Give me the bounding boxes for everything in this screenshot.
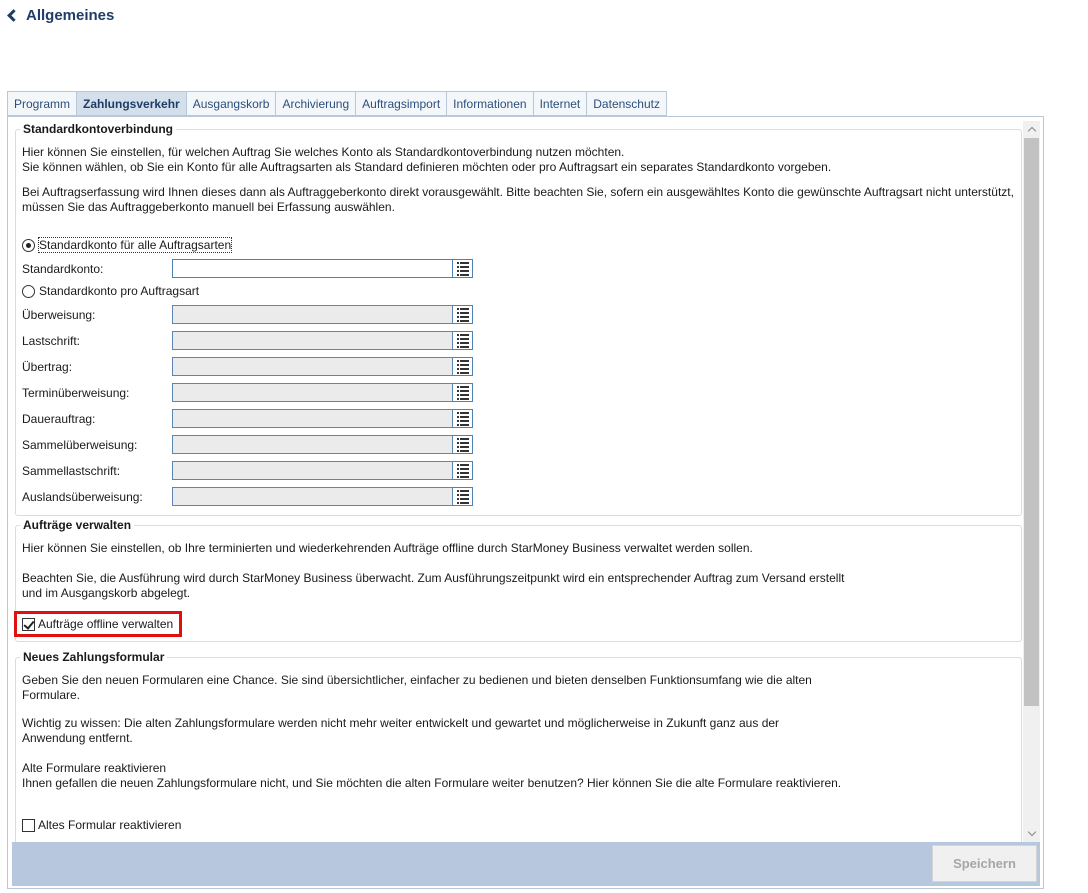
orders-text-2: Beachten Sie, die Ausführung wird durch …	[22, 571, 845, 585]
label-dauerauftrag: Dauerauftrag:	[22, 412, 96, 426]
field-sammelueberweisung	[172, 435, 473, 454]
settings-panel: Standardkontoverbindung Hier können Sie …	[7, 116, 1044, 889]
label-standardkonto: Standardkonto:	[22, 262, 104, 276]
standard-text-2: Sie können wählen, ob Sie ein Konto für …	[22, 160, 832, 174]
field-sammellastschrift	[172, 461, 473, 480]
lastschrift-input[interactable]	[172, 331, 453, 350]
list-icon	[457, 386, 469, 400]
list-select-button[interactable]	[453, 305, 473, 324]
label-auslandsueberweisung: Auslandsüberweisung:	[22, 490, 143, 504]
list-icon	[457, 464, 469, 478]
vertical-scrollbar[interactable]	[1023, 121, 1040, 842]
section-zahlungsformular: Neues Zahlungsformular Geben Sie den neu…	[15, 650, 1022, 842]
form-text-5: Alte Formulare reaktivieren	[22, 761, 167, 775]
field-auslandsueberweisung	[172, 487, 473, 506]
radio-standard-all[interactable]: Standardkonto für alle Auftragsarten	[22, 237, 233, 253]
list-icon	[457, 490, 469, 504]
form-text-4: Anwendung entfernt.	[22, 731, 133, 745]
form-text-6: Ihnen gefallen die neuen Zahlungsformula…	[22, 776, 842, 790]
list-select-button[interactable]	[453, 487, 473, 506]
field-standardkonto	[172, 259, 473, 278]
list-icon	[457, 308, 469, 322]
terminueberweisung-input[interactable]	[172, 383, 453, 402]
section-title-standardkonto: Standardkontoverbindung	[20, 122, 176, 136]
back-link[interactable]: Allgemeines	[6, 5, 114, 25]
radio-label: Standardkonto pro Auftragsart	[39, 284, 200, 298]
list-icon	[457, 412, 469, 426]
scroll-down-arrow[interactable]	[1023, 825, 1040, 842]
auslandsueberweisung-input[interactable]	[172, 487, 453, 506]
list-select-button[interactable]	[453, 357, 473, 376]
orders-text-3: und im Ausgangskorb abgelegt.	[22, 586, 191, 600]
label-sammelueberweisung: Sammelüberweisung:	[22, 438, 138, 452]
list-select-button[interactable]	[453, 259, 473, 278]
checkbox-label: Altes Formular reaktivieren	[38, 818, 182, 832]
scroll-thumb[interactable]	[1024, 138, 1039, 706]
scroll-content: Standardkontoverbindung Hier können Sie …	[8, 117, 1023, 842]
tab-archivierung[interactable]: Archivierung	[275, 91, 356, 116]
tab-ausgangskorb[interactable]: Ausgangskorb	[185, 91, 276, 116]
standardkonto-input[interactable]	[172, 259, 453, 278]
form-text-2: Formulare.	[22, 688, 81, 702]
field-terminueberweisung	[172, 383, 473, 402]
scroll-up-arrow[interactable]	[1023, 121, 1040, 138]
tab-programm[interactable]: Programm	[7, 91, 77, 116]
sammelueberweisung-input[interactable]	[172, 435, 453, 454]
footer-bar: Speichern	[12, 842, 1040, 886]
tab-informationen[interactable]: Informationen	[446, 91, 533, 116]
list-icon	[457, 334, 469, 348]
label-ueberweisung: Überweisung:	[22, 308, 96, 322]
radio-standard-per-type[interactable]: Standardkonto pro Auftragsart	[22, 284, 199, 298]
save-button[interactable]: Speichern	[932, 845, 1037, 882]
list-select-button[interactable]	[453, 383, 473, 402]
label-lastschrift: Lastschrift:	[22, 334, 81, 348]
standard-text-4: müssen Sie das Auftraggeberkonto manuell…	[22, 200, 395, 214]
list-icon	[457, 438, 469, 452]
uebertrag-input[interactable]	[172, 357, 453, 376]
standard-text-3: Bei Auftragserfassung wird Ihnen dieses …	[22, 185, 1014, 199]
tab-auftragsimport[interactable]: Auftragsimport	[355, 91, 447, 116]
label-uebertrag: Übertrag:	[22, 360, 73, 374]
label-terminueberweisung: Terminüberweisung:	[22, 386, 130, 400]
radio-button[interactable]	[22, 284, 35, 298]
tab-bar: Programm Zahlungsverkehr Ausgangskorb Ar…	[7, 91, 667, 116]
chevron-left-icon	[7, 8, 20, 22]
section-standardkonto: Standardkontoverbindung Hier können Sie …	[15, 122, 1022, 516]
list-select-button[interactable]	[453, 461, 473, 480]
page-title: Allgemeines	[26, 6, 115, 24]
list-icon	[457, 262, 469, 276]
tab-internet[interactable]: Internet	[532, 91, 587, 116]
field-ueberweisung	[172, 305, 473, 324]
section-title-auftraege: Aufträge verwalten	[20, 518, 135, 532]
standard-text-1: Hier können Sie einstellen, für welchen …	[22, 145, 625, 159]
radio-button[interactable]	[22, 238, 35, 252]
list-select-button[interactable]	[453, 409, 473, 428]
field-lastschrift	[172, 331, 473, 350]
orders-text-1: Hier können Sie einstellen, ob Ihre term…	[22, 541, 753, 555]
list-select-button[interactable]	[453, 331, 473, 350]
sammellastschrift-input[interactable]	[172, 461, 453, 480]
radio-label: Standardkonto für alle Auftragsarten	[37, 237, 233, 253]
tab-datenschutz[interactable]: Datenschutz	[586, 91, 667, 116]
label-sammellastschrift: Sammellastschrift:	[22, 464, 121, 478]
list-select-button[interactable]	[453, 435, 473, 454]
section-title-zahlungsformular: Neues Zahlungsformular	[20, 650, 168, 664]
list-icon	[457, 360, 469, 374]
highlight-box	[14, 611, 182, 637]
form-text-1: Geben Sie den neuen Formularen eine Chan…	[22, 673, 812, 687]
checkbox-altes-formular[interactable]: Altes Formular reaktivieren	[22, 818, 181, 832]
tab-zahlungsverkehr[interactable]: Zahlungsverkehr	[76, 91, 186, 116]
form-text-3: Wichtig zu wissen: Die alten Zahlungsfor…	[22, 716, 780, 730]
dauerauftrag-input[interactable]	[172, 409, 453, 428]
field-dauerauftrag	[172, 409, 473, 428]
checkbox[interactable]	[22, 818, 35, 832]
field-uebertrag	[172, 357, 473, 376]
ueberweisung-input[interactable]	[172, 305, 453, 324]
